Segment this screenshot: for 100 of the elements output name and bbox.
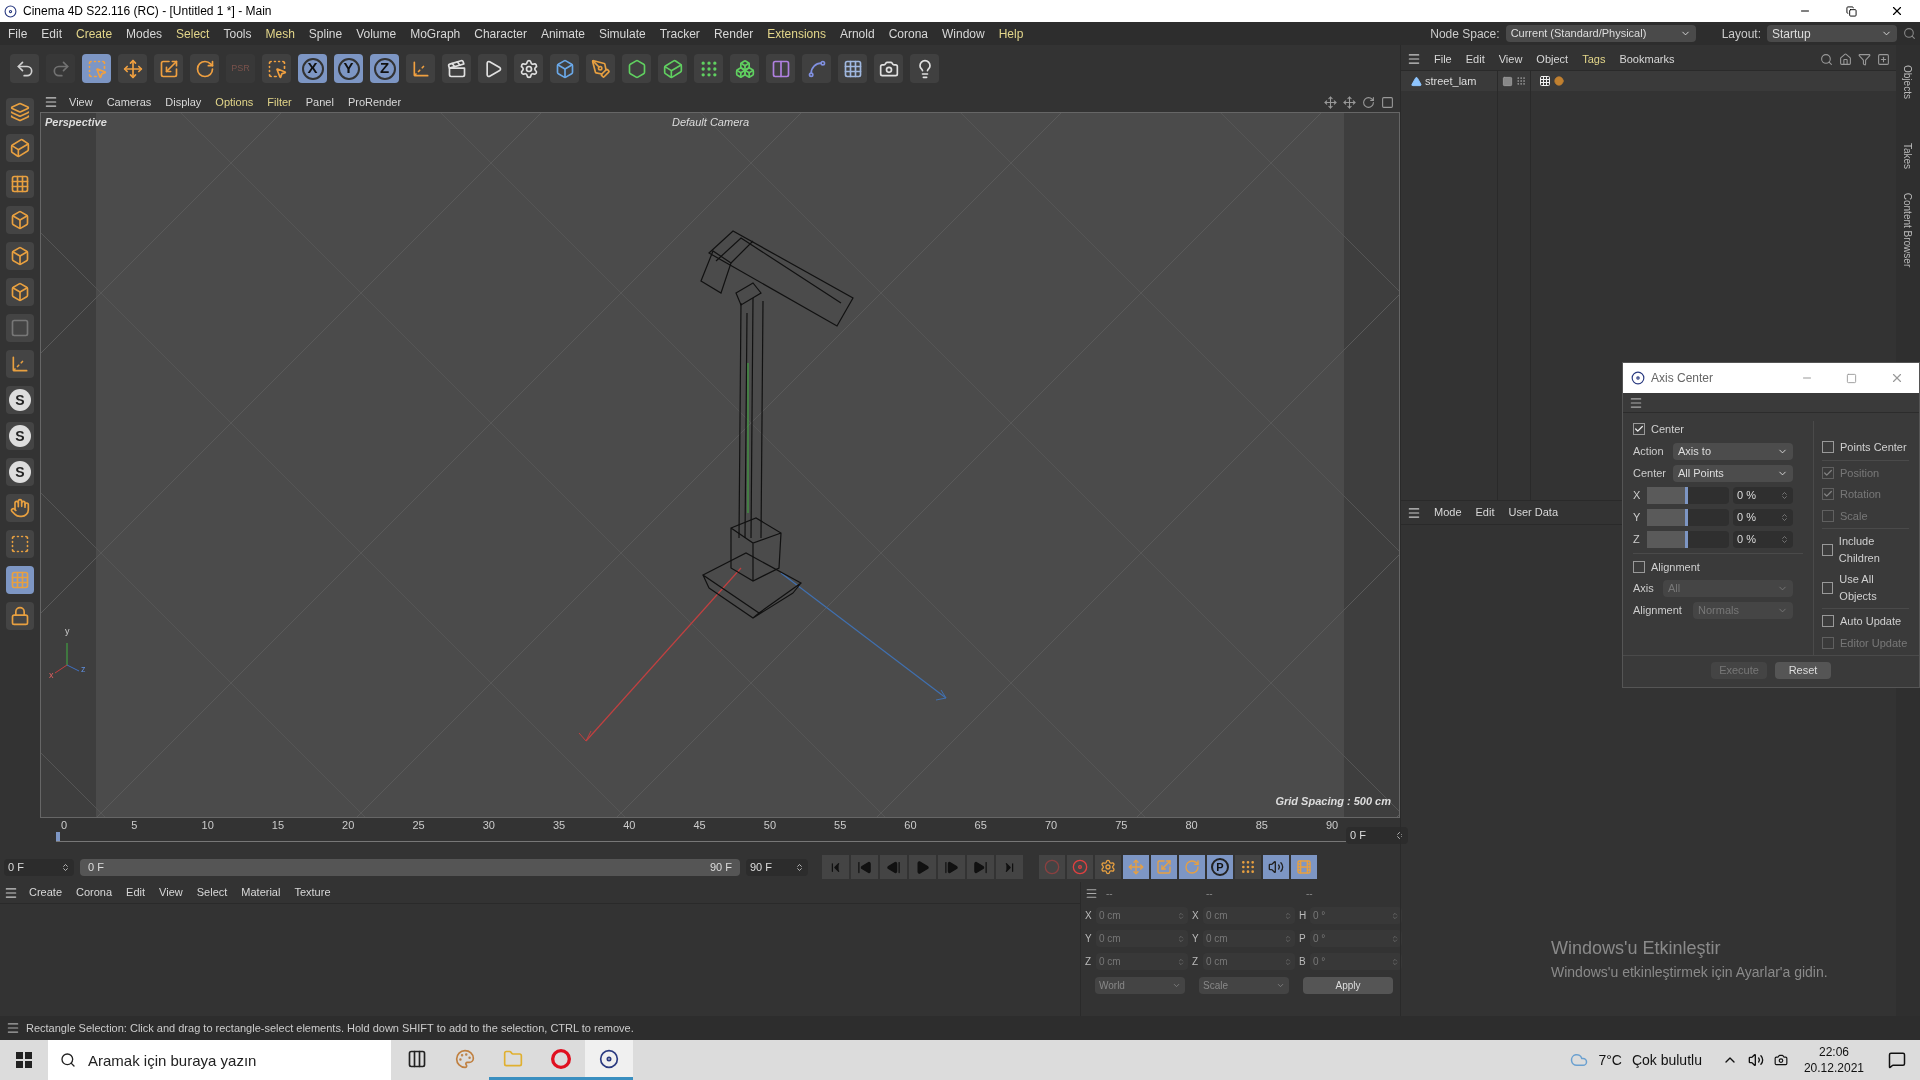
toolbar-button[interactable] xyxy=(694,54,723,83)
toolbar-button[interactable] xyxy=(766,54,795,83)
axis-lock-button[interactable]: X xyxy=(298,54,327,83)
slider-track[interactable] xyxy=(1647,486,1729,504)
menu-icon[interactable] xyxy=(4,885,18,900)
toolbar-button[interactable] xyxy=(154,54,183,83)
menu-item[interactable]: Edit xyxy=(34,24,70,43)
number-field[interactable]: 0 % xyxy=(1733,486,1793,504)
menu-item[interactable]: Edit xyxy=(1468,504,1502,521)
key-tool-button[interactable] xyxy=(1263,855,1289,879)
menu-item[interactable]: Object xyxy=(1529,50,1576,68)
menu-item[interactable]: View xyxy=(1491,50,1530,68)
menu-item[interactable]: Tools xyxy=(216,24,259,43)
toolbar-button[interactable] xyxy=(730,54,759,83)
taskbar-app-button[interactable] xyxy=(585,1040,633,1080)
current-frame-field[interactable]: 0 F xyxy=(1346,826,1408,844)
menu-item[interactable]: Options xyxy=(208,93,261,111)
menu-item[interactable]: Panel xyxy=(298,93,341,111)
menu-item[interactable]: Material xyxy=(234,884,288,901)
slider-track[interactable] xyxy=(1647,530,1729,548)
menu-item[interactable]: Select xyxy=(169,24,217,43)
checker-tag-icon[interactable] xyxy=(1539,75,1551,87)
toolbar-button[interactable] xyxy=(478,54,507,83)
number-field[interactable]: 0 % xyxy=(1733,508,1793,526)
toolbar-button[interactable] xyxy=(658,54,687,83)
menu-item[interactable]: Display xyxy=(158,93,209,111)
menu-item[interactable]: Edit xyxy=(119,884,153,901)
start-frame-field[interactable]: 0 F xyxy=(4,858,74,876)
menu-item[interactable]: Window xyxy=(935,24,992,43)
mode-button[interactable] xyxy=(6,494,34,522)
menu-item[interactable]: Texture xyxy=(287,884,338,901)
search-icon[interactable] xyxy=(1820,52,1833,66)
visibility-icon[interactable] xyxy=(1502,75,1513,87)
menu-item[interactable]: Volume xyxy=(349,24,404,43)
mode-button[interactable] xyxy=(6,314,34,342)
toolbar-button[interactable] xyxy=(10,54,39,83)
stepper-arrows-icon[interactable] xyxy=(795,862,804,872)
menu-item[interactable]: Arnold xyxy=(832,24,882,43)
dropdown[interactable]: All Points xyxy=(1673,464,1793,482)
slider-fill[interactable] xyxy=(1647,508,1688,526)
toolbar-button[interactable] xyxy=(586,54,615,83)
viewport[interactable]: Perspective Default Camera y x z Grid Spacing : 500 cm xyxy=(40,112,1400,818)
snap-button[interactable]: S xyxy=(6,386,34,414)
menu-icon[interactable] xyxy=(6,1021,20,1035)
checkbox[interactable] xyxy=(1822,615,1834,628)
axis-lock-button[interactable]: Y xyxy=(334,54,363,83)
menu-item[interactable]: Corona xyxy=(69,884,120,901)
search-icon[interactable] xyxy=(1903,27,1916,40)
dots-icon[interactable] xyxy=(1516,76,1526,86)
menu-item[interactable]: Create xyxy=(69,24,120,43)
node-space-dropdown[interactable]: Current (Standard/Physical) xyxy=(1505,25,1696,42)
stepper-arrows-icon[interactable] xyxy=(1780,534,1789,544)
stepper-arrows-icon[interactable] xyxy=(61,862,70,872)
menu-item[interactable]: MoGraph xyxy=(403,24,468,43)
number-field[interactable]: 0 % xyxy=(1733,530,1793,548)
slider-track[interactable] xyxy=(1647,508,1729,526)
slider-fill[interactable] xyxy=(1647,530,1688,548)
key-tool-button[interactable] xyxy=(1235,855,1261,879)
menu-icon[interactable] xyxy=(1407,505,1421,520)
key-tool-button[interactable] xyxy=(1067,855,1093,879)
toolbar-button[interactable] xyxy=(262,54,291,83)
stepper-arrows-icon[interactable] xyxy=(1780,490,1789,500)
toolbar-button[interactable] xyxy=(442,54,471,83)
checkbox[interactable] xyxy=(1633,423,1645,436)
checkbox[interactable] xyxy=(1822,581,1834,594)
toolbar-button[interactable] xyxy=(406,54,435,83)
toolbar-button[interactable] xyxy=(118,54,147,83)
frame-range-bar[interactable]: 0 F 90 F xyxy=(80,858,740,876)
mode-button[interactable] xyxy=(6,602,34,630)
end-frame-field[interactable]: 90 F xyxy=(746,858,808,876)
menu-item[interactable]: Tracker xyxy=(652,24,707,43)
menu-item[interactable]: Mesh xyxy=(258,24,302,43)
slider-fill[interactable] xyxy=(1647,486,1688,504)
camera-icon[interactable] xyxy=(1773,1053,1788,1067)
stepper-arrows-icon[interactable] xyxy=(1780,512,1789,522)
toolbar-button[interactable] xyxy=(190,54,219,83)
zoom-icon[interactable] xyxy=(1343,95,1356,109)
axis-lock-button[interactable]: Z xyxy=(370,54,399,83)
menu-item[interactable]: ProRender xyxy=(340,93,409,111)
toolbar-button[interactable] xyxy=(514,54,543,83)
taskbar-search-field[interactable]: Aramak için buraya yazın xyxy=(48,1040,391,1080)
toolbar-button[interactable] xyxy=(550,54,579,83)
menu-item[interactable]: Spline xyxy=(301,24,350,43)
mode-button[interactable] xyxy=(6,278,34,306)
menu-item[interactable]: Simulate xyxy=(591,24,653,43)
toolbar-button[interactable] xyxy=(874,54,903,83)
menu-item[interactable]: Tags xyxy=(1575,50,1613,68)
menu-item[interactable]: Filter xyxy=(260,93,299,111)
menu-item[interactable]: Help xyxy=(991,24,1031,43)
menu-item[interactable]: View xyxy=(62,93,100,111)
stepper-arrows-icon[interactable] xyxy=(1395,830,1404,840)
mode-button[interactable] xyxy=(6,98,34,126)
mode-button[interactable] xyxy=(6,350,34,378)
rotate-view-icon[interactable] xyxy=(1362,95,1375,109)
current-frame-marker[interactable] xyxy=(56,832,60,841)
checkbox[interactable] xyxy=(1822,441,1834,454)
menu-item[interactable]: Bookmarks xyxy=(1612,50,1682,68)
menu-icon[interactable] xyxy=(44,95,58,109)
menu-item[interactable]: User Data xyxy=(1501,504,1566,521)
checkbox[interactable] xyxy=(1822,543,1833,556)
